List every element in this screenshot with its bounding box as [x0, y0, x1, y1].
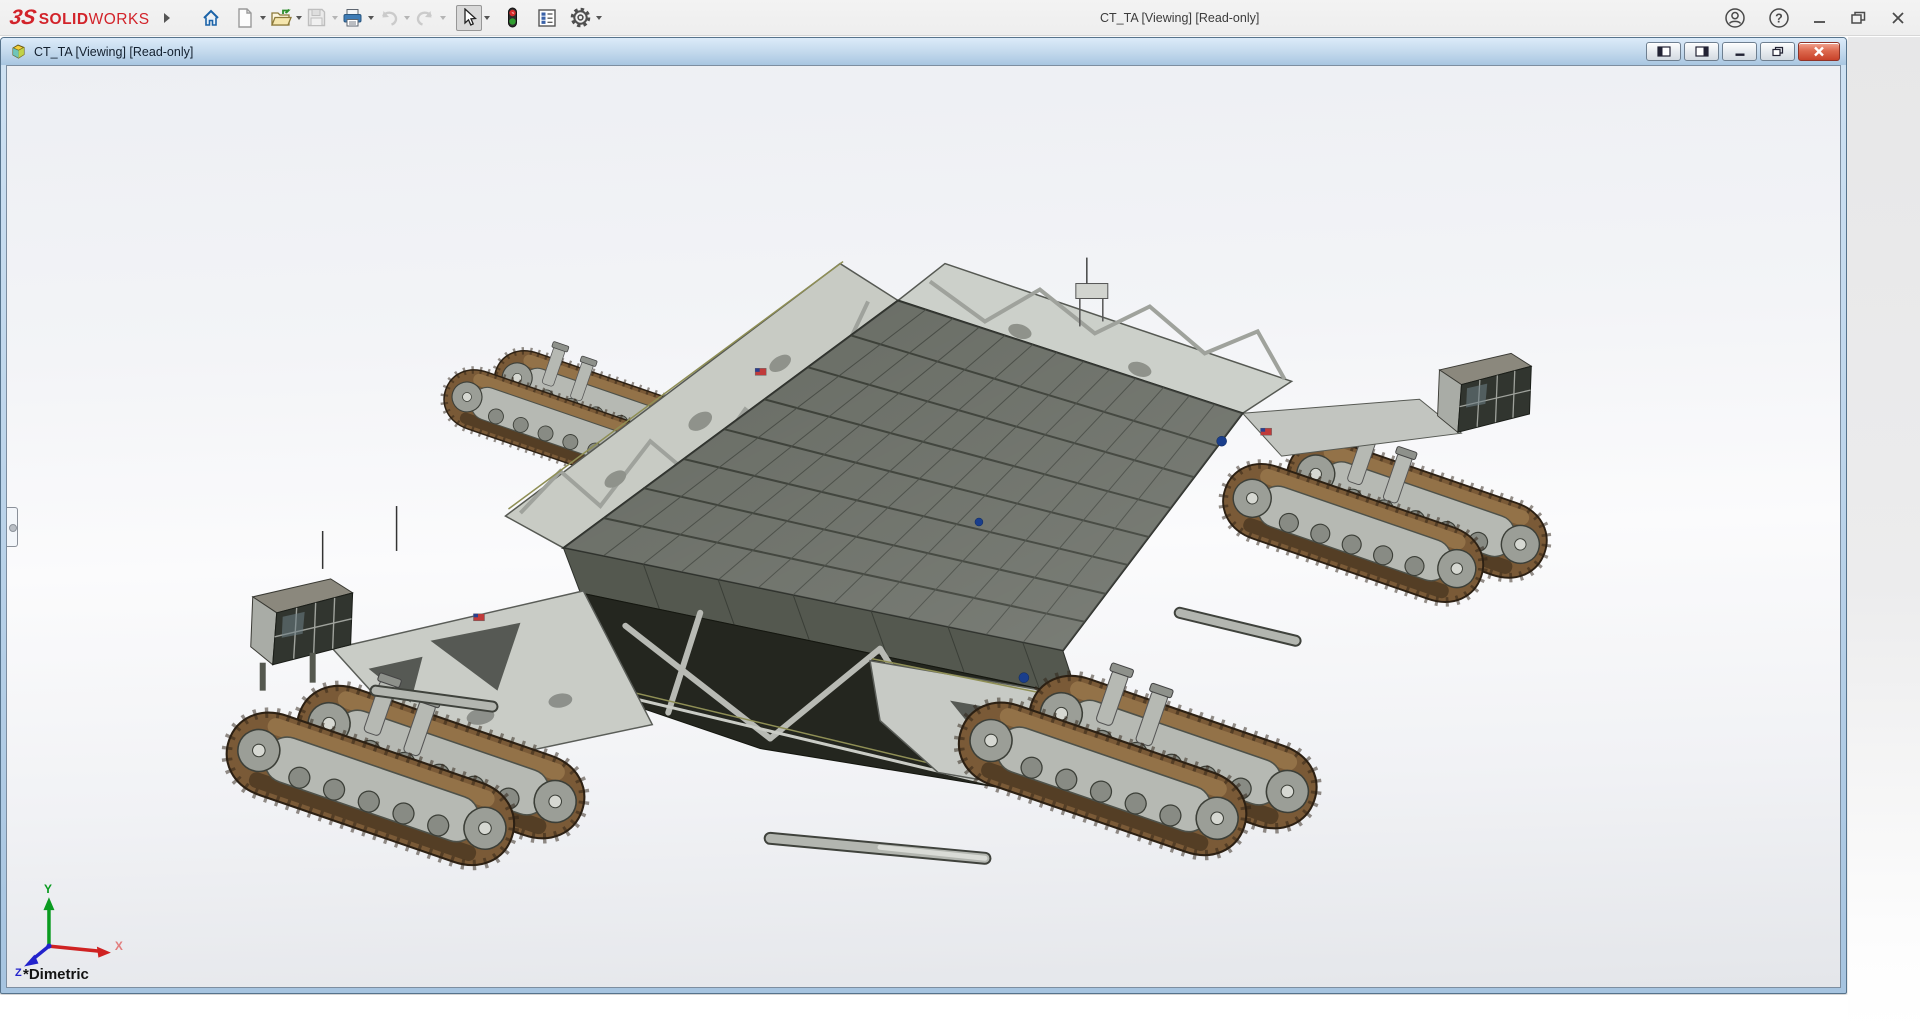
save-icon [307, 8, 326, 27]
open-button[interactable] [268, 5, 294, 31]
new-document-dropdown[interactable] [258, 5, 268, 31]
account-icon[interactable] [1724, 7, 1746, 29]
undo-button[interactable] [376, 5, 402, 31]
pane-left-button[interactable] [1646, 42, 1681, 61]
property-form-icon [537, 8, 556, 27]
doc-close-icon [1814, 46, 1824, 57]
pane-right-icon [1694, 46, 1709, 57]
select-tool-dropdown[interactable] [482, 5, 492, 31]
save-button[interactable] [304, 5, 330, 31]
open-icon [270, 8, 292, 26]
rear-cab [1436, 352, 1532, 433]
print-button[interactable] [340, 5, 366, 31]
pane-left-icon [1656, 46, 1671, 57]
print-dropdown[interactable] [366, 5, 376, 31]
doc-minimize-button[interactable] [1722, 42, 1757, 61]
design-checker-button[interactable] [500, 5, 526, 31]
ds-3s-glyph: 3S [7, 5, 39, 29]
quick-access-toolbar [198, 4, 604, 31]
print-icon [343, 8, 362, 26]
cursor-arrow-icon [463, 8, 477, 26]
doc-restore-icon [1772, 46, 1784, 57]
client-area-bottom [0, 995, 1848, 1032]
menu-flyout-arrow-icon[interactable] [163, 12, 170, 23]
home-button[interactable] [198, 5, 224, 31]
axis-label-y: Y [44, 882, 52, 896]
document-window-controls [1646, 42, 1840, 61]
doc-minimize-icon [1735, 53, 1744, 56]
document-titlebar[interactable]: CT_TA [Viewing] [Read-only] [1, 38, 1846, 65]
select-tool-button[interactable] [455, 4, 482, 31]
properties-button[interactable] [534, 5, 560, 31]
gear-icon [570, 7, 591, 28]
doc-restore-button[interactable] [1760, 42, 1795, 61]
operator-cab [250, 578, 354, 691]
stoplight-icon [508, 7, 518, 28]
restore-icon[interactable] [1850, 10, 1868, 26]
app-title: CT_TA [Viewing] [Read-only] [1100, 11, 1260, 25]
home-icon [202, 9, 219, 26]
open-dropdown[interactable] [294, 5, 304, 31]
document-title: CT_TA [Viewing] [Read-only] [34, 44, 194, 59]
pane-right-button[interactable] [1684, 42, 1719, 61]
close-icon[interactable] [1890, 10, 1906, 26]
axis-label-x: X [115, 939, 123, 953]
options-dropdown[interactable] [594, 5, 604, 31]
graphics-viewport[interactable]: Y X Z *Dimetric [6, 65, 1841, 988]
solidworks-logo: 3S SOLID WORKS [7, 5, 150, 29]
svg-text:?: ? [1775, 11, 1783, 25]
new-document-button[interactable] [232, 5, 258, 31]
client-area-right [1848, 37, 1920, 1032]
axis-label-z: Z [15, 967, 22, 979]
redo-button[interactable] [412, 5, 438, 31]
axis-triad: Y X Z [15, 882, 123, 979]
model-crawler-transporter: Y X Z [15, 257, 1840, 979]
new-document-icon [237, 7, 252, 28]
view-orientation-label: *Dimetric [23, 966, 89, 983]
help-icon[interactable]: ? [1768, 7, 1790, 29]
assembly-icon [12, 44, 25, 59]
app-toolbar: 3S SOLID WORKS CT_TA [Viewing] [Read-onl… [0, 0, 1920, 36]
solidworks-app: 3S SOLID WORKS CT_TA [Viewing] [Read-onl… [0, 0, 1920, 1032]
undo-icon [381, 10, 397, 26]
undo-dropdown[interactable] [402, 5, 412, 31]
minimize-icon[interactable] [1812, 10, 1828, 26]
app-window-controls: ? [1724, 0, 1906, 36]
doc-close-button[interactable] [1798, 42, 1840, 61]
options-button[interactable] [568, 5, 594, 31]
save-dropdown[interactable] [330, 5, 340, 31]
redo-icon [416, 10, 432, 26]
redo-dropdown[interactable] [438, 5, 448, 31]
document-window: CT_TA [Viewing] [Read-only] Y X Z *Dimet… [0, 37, 1847, 994]
feature-tree-splitter-tab[interactable] [7, 507, 18, 547]
